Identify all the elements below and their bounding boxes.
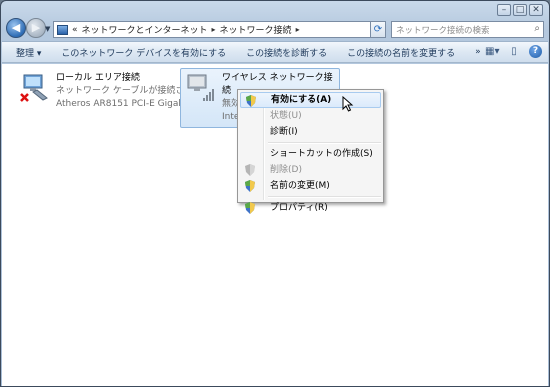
search-icon[interactable]: ⌕: [534, 23, 540, 34]
menu-item-enable[interactable]: 有効にする(A): [240, 92, 381, 108]
mouse-cursor-icon: [342, 96, 354, 112]
address-chevrons[interactable]: «: [72, 25, 78, 35]
command-bar: 整理 ▾ このネットワーク デバイスを有効にする この接続を診断する この接続の…: [2, 41, 548, 63]
breadcrumb-network-connections[interactable]: ネットワーク接続: [220, 23, 292, 36]
connection-status: ネットワーク ケーブルが接続さ...: [56, 86, 193, 96]
search-placeholder: ネットワーク接続の検索: [396, 26, 490, 36]
connection-device: Atheros AR8151 PCI-E Gigabit...: [56, 99, 199, 109]
wired-disconnected-icon: [19, 72, 51, 104]
shield-icon: [245, 180, 255, 192]
maximize-button[interactable]: □: [513, 4, 527, 16]
menu-item-properties[interactable]: プロパティ(R): [240, 200, 381, 216]
breadcrumb-arrow-icon[interactable]: ▸: [296, 25, 300, 34]
menu-item-status: 状態(U): [240, 108, 381, 124]
organize-menu[interactable]: 整理 ▾: [2, 46, 51, 59]
menu-separator: [268, 196, 381, 198]
change-view-icon[interactable]: ▦▾: [485, 45, 499, 58]
view-controls: ▦▾ ▯ ?: [485, 45, 542, 58]
menu-label: 削除(D): [270, 165, 302, 175]
breadcrumb-network-internet[interactable]: ネットワークとインターネット: [82, 23, 208, 36]
back-button[interactable]: ◀: [6, 18, 26, 38]
menu-item-rename[interactable]: 名前の変更(M): [240, 178, 381, 194]
menu-item-create-shortcut[interactable]: ショートカットの作成(S): [240, 146, 381, 162]
explorer-window: – □ ✕ ◀ ▶ ▼ « ネットワークとインターネット ▸ ネットワーク接続 …: [0, 0, 550, 387]
connection-local-area[interactable]: ローカル エリア接続 ネットワーク ケーブルが接続さ... Atheros AR…: [14, 68, 204, 115]
menu-label: プロパティ(R): [270, 203, 328, 213]
forward-button[interactable]: ▶: [26, 18, 46, 38]
minimize-button[interactable]: –: [497, 4, 511, 16]
context-menu: 有効にする(A) 状態(U) 診断(I) ショートカットの作成(S) 削除(D)…: [237, 89, 384, 214]
menu-item-diagnose[interactable]: 診断(I): [240, 124, 381, 140]
recent-pages-dropdown[interactable]: ▼: [45, 25, 50, 33]
menu-separator: [268, 142, 381, 144]
menu-label: 有効にする(A): [271, 95, 332, 105]
connection-name: ローカル エリア接続: [56, 73, 140, 83]
rename-button[interactable]: この接続の名前を変更する: [337, 46, 465, 59]
menu-label: 診断(I): [270, 127, 298, 137]
wireless-disabled-icon: [185, 72, 217, 104]
menu-label: 状態(U): [270, 111, 302, 121]
address-bar[interactable]: « ネットワークとインターネット ▸ ネットワーク接続 ▸ ▼: [53, 21, 381, 38]
breadcrumb-arrow-icon[interactable]: ▸: [212, 25, 216, 34]
refresh-button[interactable]: ⟳: [370, 21, 386, 38]
window-controls: – □ ✕: [497, 4, 543, 16]
close-button[interactable]: ✕: [529, 4, 543, 16]
menu-label: 名前の変更(M): [270, 181, 330, 191]
preview-pane-icon[interactable]: ▯: [507, 45, 521, 58]
help-icon[interactable]: ?: [529, 45, 542, 58]
diagnose-button[interactable]: この接続を診断する: [236, 46, 337, 59]
shield-icon: [245, 202, 255, 214]
menu-label: ショートカットの作成(S): [270, 149, 373, 159]
menu-item-delete: 削除(D): [240, 162, 381, 178]
control-panel-icon: [57, 24, 68, 35]
search-input[interactable]: ネットワーク接続の検索 ⌕: [391, 21, 544, 38]
enable-device-button[interactable]: このネットワーク デバイスを有効にする: [51, 46, 236, 59]
address-area: – □ ✕ ◀ ▶ ▼ « ネットワークとインターネット ▸ ネットワーク接続 …: [1, 1, 549, 41]
shield-icon: [245, 164, 255, 176]
shield-icon: [246, 95, 256, 107]
